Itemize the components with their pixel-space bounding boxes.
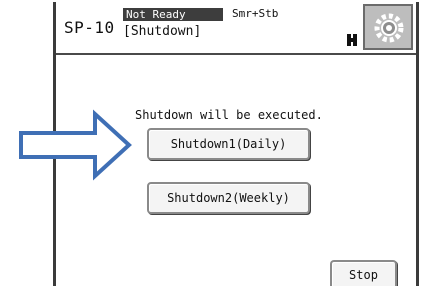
page-icon <box>346 32 358 46</box>
device-screen: SP-10 Not Ready Smr+Stb [Shutdown] Shutd… <box>53 2 419 286</box>
shutdown-daily-button[interactable]: Shutdown1(Daily) <box>147 128 310 160</box>
mode-label: Smr+Stb <box>232 7 279 20</box>
root: SP-10 Not Ready Smr+Stb [Shutdown] Shutd… <box>0 0 425 286</box>
status-badge: Not Ready <box>123 8 223 21</box>
confirm-message: Shutdown will be executed. <box>135 108 323 122</box>
header-divider <box>56 53 416 55</box>
stop-button[interactable]: Stop <box>330 260 397 286</box>
settings-button[interactable] <box>363 4 413 50</box>
header: SP-10 Not Ready Smr+Stb [Shutdown] <box>56 2 416 55</box>
screen-title: [Shutdown] <box>123 24 202 39</box>
shutdown-weekly-button[interactable]: Shutdown2(Weekly) <box>147 182 310 214</box>
model-label: SP-10 <box>64 18 115 37</box>
